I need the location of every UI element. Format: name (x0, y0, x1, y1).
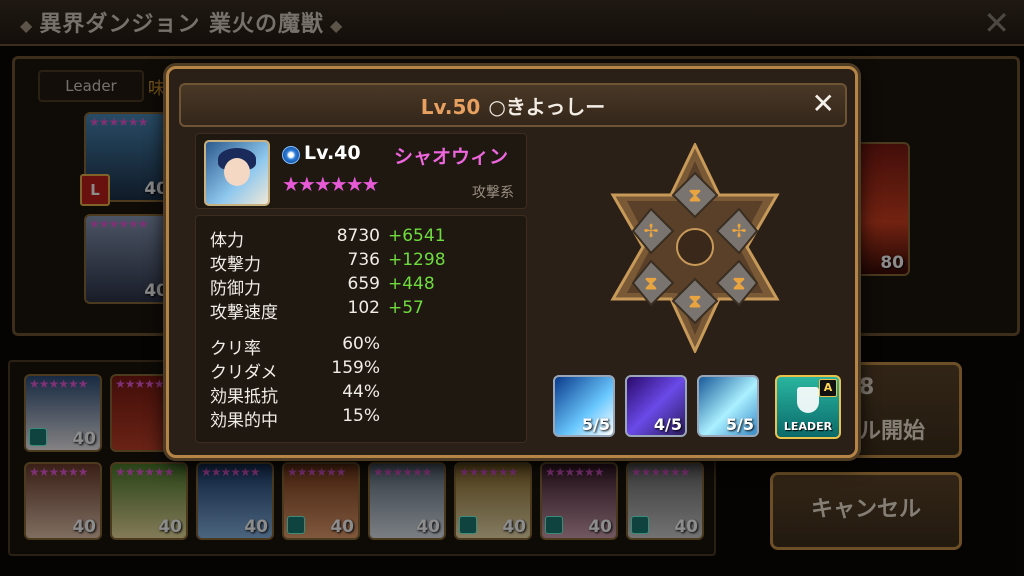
stat-value: 8730 (336, 226, 380, 246)
portrait-face (224, 158, 250, 186)
skill-level: 5/5 (581, 415, 610, 434)
stat-row-spd: 攻撃速度 102 +57 (210, 298, 520, 323)
stat-row-hp: 体力 8730 +6541 (210, 226, 520, 251)
monster-portrait (204, 140, 270, 206)
stats-box: 体力 8730 +6541 攻撃力 736 +1298 防御力 659 +448… (195, 215, 527, 443)
stat-row-accuracy: 効果的中 15% (210, 406, 520, 431)
stat-name: クリダメ (210, 363, 278, 383)
skill-3-icon[interactable]: 5/5 (697, 375, 759, 437)
stat-row-def: 防御力 659 +448 (210, 274, 520, 299)
skill-level: 5/5 (725, 415, 754, 434)
stat-row-crit-dmg: クリダメ 159% (210, 358, 520, 383)
water-element-icon (282, 146, 300, 164)
svg-text:✢: ✢ (731, 221, 746, 242)
stat-row-resist: 効果抵抗 44% (210, 382, 520, 407)
stat-value: 102 (347, 298, 380, 318)
monster-detail-panel: Lv.50 ○きよっしー ✕ Lv.40 シャオウィン ★★★★★★ 攻撃系 体力… (166, 66, 858, 458)
star-rating: ★★★★★★ (282, 172, 380, 196)
stat-bonus: +448 (388, 274, 435, 294)
monster-type: 攻撃系 (472, 185, 514, 201)
close-icon[interactable]: ✕ (812, 87, 835, 120)
stat-name: 防御力 (210, 279, 261, 299)
stat-value: 659 (347, 274, 380, 294)
monster-level: Lv.40 (304, 142, 361, 164)
svg-text:⧗: ⧗ (733, 273, 746, 294)
player-level: Lv.50 (420, 95, 481, 119)
stat-row-atk: 攻撃力 736 +1298 (210, 250, 520, 275)
player-name: ○きよっしー (488, 95, 606, 119)
stat-value: 736 (347, 250, 380, 270)
svg-text:⧗: ⧗ (645, 273, 658, 294)
skill-2-icon[interactable]: 4/5 (625, 375, 687, 437)
stat-name: クリ率 (210, 339, 261, 359)
leader-grade: A (819, 379, 837, 397)
stat-bonus: +57 (388, 298, 424, 318)
shield-icon (797, 387, 819, 413)
monster-name: シャオウィン (394, 146, 509, 168)
stat-name: 効果抵抗 (210, 387, 278, 407)
skill-1-icon[interactable]: 5/5 (553, 375, 615, 437)
stat-value: 15% (342, 406, 380, 426)
stat-value: 44% (342, 382, 380, 402)
stat-value: 60% (342, 334, 380, 354)
stat-value: 159% (331, 358, 380, 378)
svg-text:⧗: ⧗ (689, 291, 702, 312)
stat-bonus: +6541 (388, 226, 446, 246)
stat-name: 攻撃速度 (210, 303, 278, 323)
monster-summary: Lv.40 シャオウィン ★★★★★★ 攻撃系 (195, 133, 527, 209)
player-info: Lv.50 ○きよっしー (181, 91, 845, 120)
stat-row-crit-rate: クリ率 60% (210, 334, 520, 359)
panel-header: Lv.50 ○きよっしー ✕ (179, 83, 847, 127)
rune-star-icon[interactable]: ⧗ ✢ ⧗ ⧗ ⧗ ✢ (601, 143, 789, 353)
stat-name: 体力 (210, 231, 244, 251)
stat-name: 効果的中 (210, 411, 278, 431)
skill-level: 4/5 (653, 415, 682, 434)
stat-name: 攻撃力 (210, 255, 261, 275)
leader-skill-icon[interactable]: A LEADER (775, 375, 841, 439)
svg-text:⧗: ⧗ (689, 185, 702, 206)
stat-bonus: +1298 (388, 250, 446, 270)
svg-text:✢: ✢ (643, 221, 658, 242)
leader-skill-label: LEADER (783, 420, 833, 433)
